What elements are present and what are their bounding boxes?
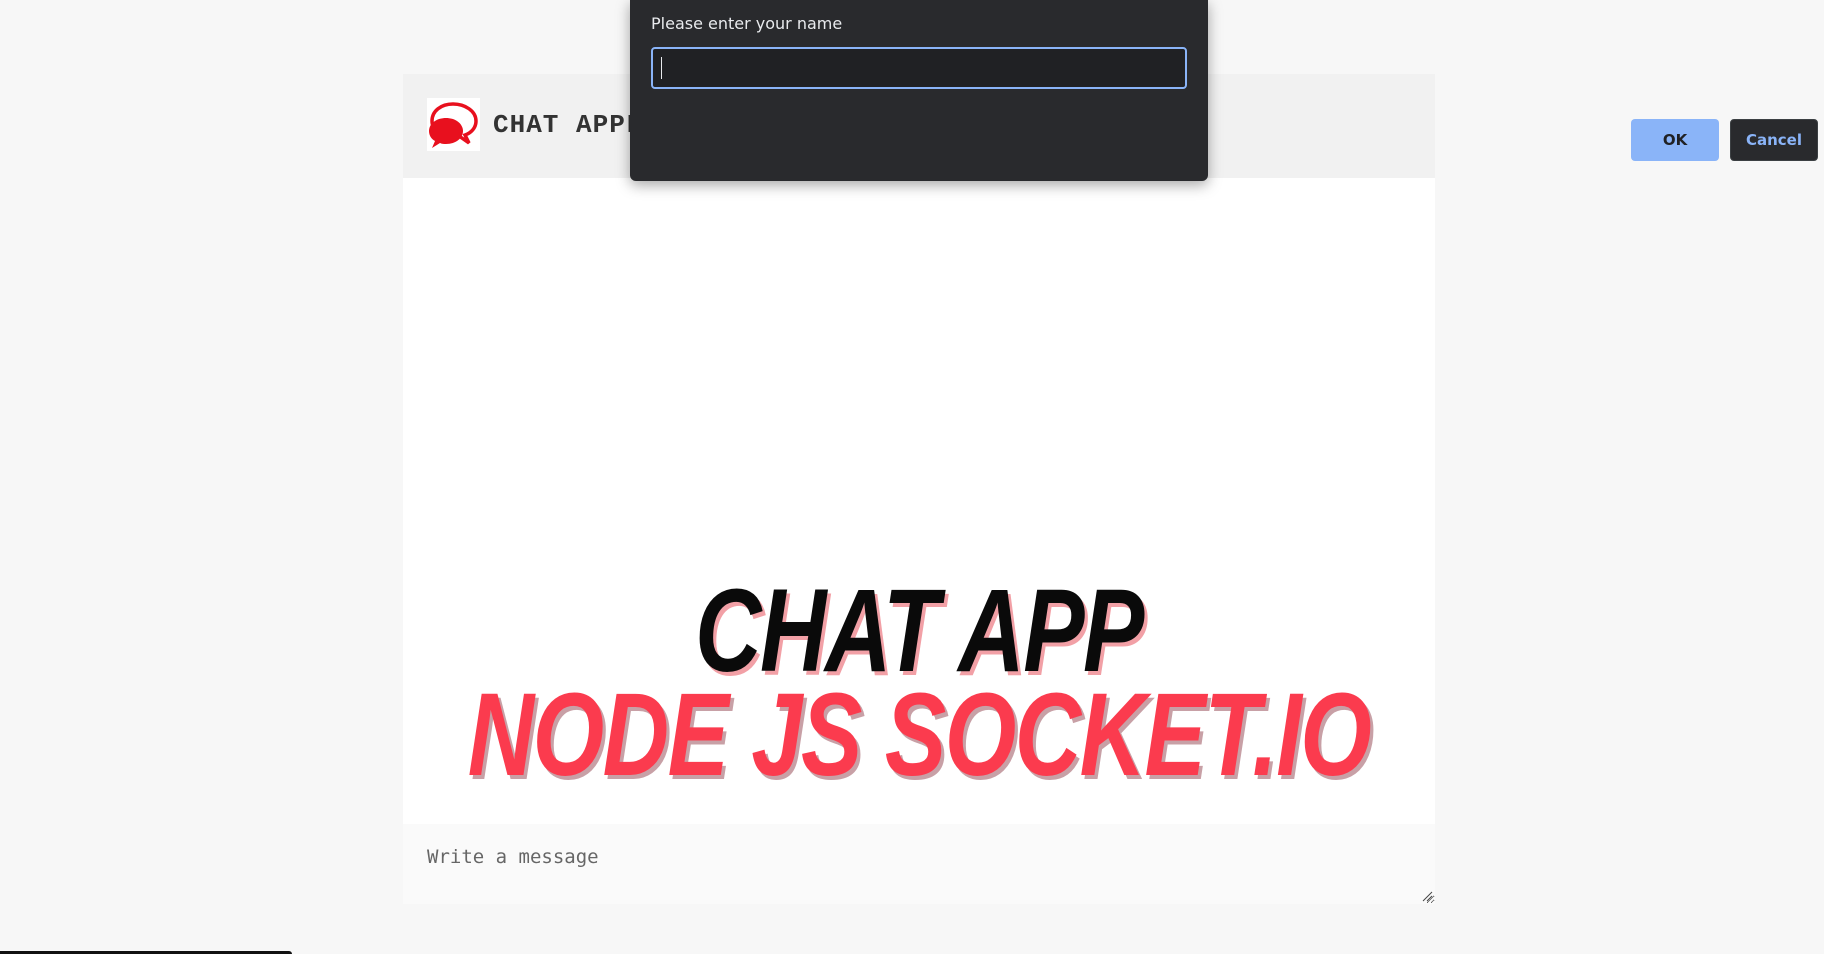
resize-handle-icon[interactable] — [1421, 890, 1433, 902]
chat-container: CHAT APPLI CHAT APP NODE JS SOCKET.IO — [403, 74, 1435, 904]
dialog-message: Please enter your name — [651, 14, 843, 33]
browser-viewport: CHAT APPLI CHAT APP NODE JS SOCKET.IO Pl… — [0, 0, 1824, 954]
ok-button[interactable]: OK — [1631, 119, 1719, 161]
chat-bubbles-icon — [427, 98, 480, 151]
message-area: CHAT APP NODE JS SOCKET.IO — [403, 178, 1435, 824]
cancel-button[interactable]: Cancel — [1730, 119, 1818, 161]
banner-subtitle: NODE JS SOCKET.IO — [467, 669, 1372, 801]
message-composer — [403, 824, 1435, 904]
prompt-dialog: Please enter your name OK Cancel — [630, 0, 1818, 181]
message-input[interactable] — [403, 824, 1435, 904]
name-input[interactable] — [651, 47, 1187, 89]
text-caret — [661, 57, 662, 79]
